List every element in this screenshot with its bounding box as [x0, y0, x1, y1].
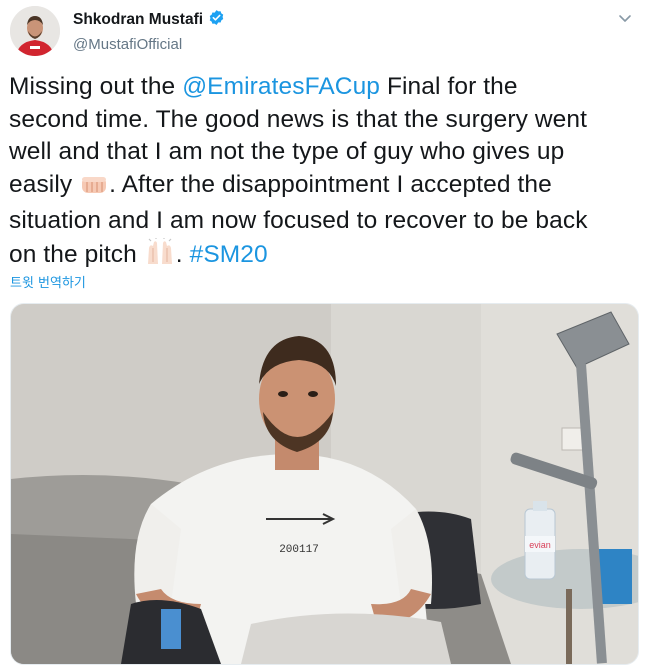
- bottle-label: evian: [529, 540, 551, 550]
- hashtag-link[interactable]: #SM20: [190, 241, 268, 268]
- author-handle[interactable]: @MustafiOfficial: [73, 36, 225, 53]
- tweet-media-photo[interactable]: evian 200117: [10, 303, 639, 665]
- tweet-text-line: second time. The good news is that the s…: [9, 105, 587, 133]
- translate-tweet-link[interactable]: 트윗 번역하기: [10, 272, 86, 291]
- shirt-print-text: 200117: [279, 544, 319, 556]
- chevron-down-icon[interactable]: [615, 8, 635, 28]
- tweet-text-segment: . After the disappointment I accepted th…: [109, 170, 552, 198]
- tweet-text-segment: easily: [9, 170, 80, 198]
- author-display-name[interactable]: Shkodran Mustafi: [73, 11, 203, 29]
- verified-badge-icon: [208, 9, 225, 31]
- tweet-text-segment: Missing out the: [9, 73, 183, 100]
- tweet-text-line: situation and I am now focused to recove…: [9, 207, 588, 234]
- tweet-header: Shkodran Mustafi @MustafiOfficial: [10, 6, 637, 58]
- tweet-text-segment: .: [175, 240, 190, 268]
- tweet-text-segment: Final for the: [380, 73, 518, 100]
- fist-emoji: [79, 172, 109, 206]
- mention-link[interactable]: @EmiratesFACup: [182, 73, 380, 100]
- tweet-text-line: well and that I am not the type of guy w…: [9, 138, 565, 165]
- tweet-text: Missing out the @EmiratesFACup Final for…: [9, 71, 643, 275]
- avatar[interactable]: [10, 6, 60, 56]
- tweet-text-segment: on the pitch: [9, 240, 144, 268]
- raised-hands-emoji: [144, 237, 176, 276]
